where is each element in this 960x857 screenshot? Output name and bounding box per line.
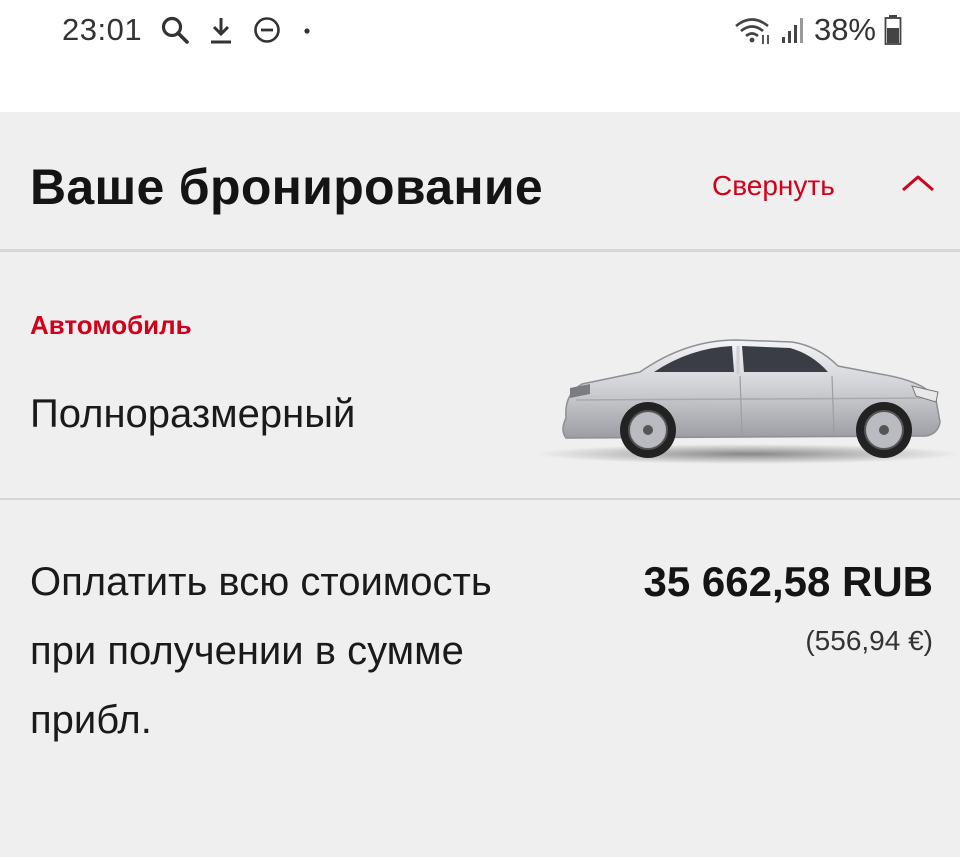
status-bar-left: 23:01 — [62, 10, 314, 50]
chevron-up-icon[interactable] — [900, 172, 936, 199]
search-icon — [160, 15, 190, 45]
status-bar-right: 38% — [732, 10, 902, 50]
status-time: 23:01 — [62, 12, 143, 47]
payment-amount-eur: (556,94 €) — [805, 625, 933, 656]
booking-header: Ваше бронирование Свернуть — [0, 112, 960, 252]
dot-icon — [300, 15, 314, 45]
wifi-icon — [732, 15, 772, 45]
payment-section: Оплатить всю стоимость при получении в с… — [0, 500, 960, 857]
car-image — [536, 326, 960, 475]
collapse-link[interactable]: Свернуть — [712, 170, 835, 202]
status-bar: 23:01 38% — [0, 0, 960, 112]
car-label: Автомобиль — [30, 310, 192, 340]
car-class: Полноразмерный — [30, 392, 356, 436]
car-section: Автомобиль Полноразмерный — [0, 252, 960, 500]
payment-description: Оплатить всю стоимость при получении в с… — [30, 560, 492, 742]
battery-icon — [884, 14, 902, 46]
download-icon — [208, 15, 234, 45]
battery-percentage: 38% — [813, 12, 876, 47]
signal-icon — [780, 15, 806, 45]
do-not-disturb-icon — [252, 15, 282, 45]
page-title: Ваше бронирование — [30, 159, 544, 215]
payment-amount: 35 662,58 RUB — [643, 558, 933, 605]
